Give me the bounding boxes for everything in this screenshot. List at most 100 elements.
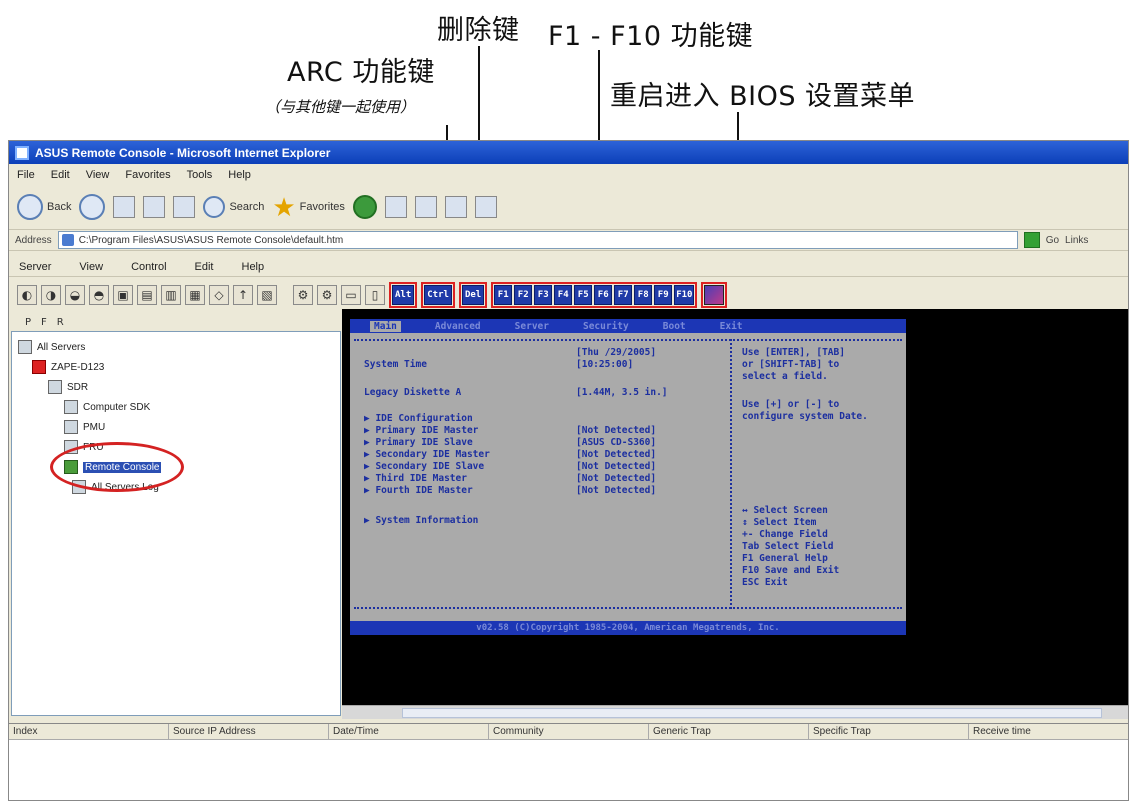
remote-console-screen[interactable]: Main Advanced Server Security Boot Exit …: [342, 309, 1128, 719]
home-button[interactable]: [173, 196, 196, 218]
menu-file[interactable]: File: [17, 169, 35, 181]
col-specific-trap[interactable]: Specific Trap: [809, 724, 969, 740]
bios-item-third-master[interactable]: ▶ Third IDE Master: [364, 473, 467, 484]
links-button[interactable]: Links: [1065, 235, 1088, 246]
tree-header-r[interactable]: R: [57, 317, 64, 328]
tool-icon-12[interactable]: ⚙: [293, 285, 313, 305]
f3-key-button[interactable]: F3: [534, 285, 553, 305]
menu-view[interactable]: View: [86, 169, 110, 181]
f7-key-button[interactable]: F7: [614, 285, 633, 305]
bios-item-secondary-master[interactable]: ▶ Secondary IDE Master: [364, 449, 490, 460]
col-source-ip[interactable]: Source IP Address: [169, 724, 329, 740]
f5-key-button[interactable]: F5: [574, 285, 593, 305]
console-horizontal-scrollbar[interactable]: [342, 705, 1128, 719]
messenger-button[interactable]: [474, 196, 497, 218]
bios-item-fourth-master[interactable]: ▶ Fourth IDE Master: [364, 485, 473, 496]
del-key-highlight: Del: [458, 282, 488, 308]
address-input[interactable]: C:\Program Files\ASUS\ASUS Remote Consol…: [57, 231, 1018, 249]
menu-tools[interactable]: Tools: [187, 169, 213, 181]
search-button[interactable]: Search: [203, 196, 264, 218]
pmu-icon: [64, 420, 78, 434]
refresh-button[interactable]: [143, 196, 166, 218]
tool-icon-10[interactable]: ↑: [233, 285, 253, 305]
remote-console-highlight-ellipse: [50, 442, 184, 492]
tool-icon-14[interactable]: ▭: [341, 285, 361, 305]
bios-item-primary-master[interactable]: ▶ Primary IDE Master: [364, 425, 478, 436]
mail-button[interactable]: [414, 196, 437, 218]
back-label: Back: [47, 201, 72, 213]
menu-server[interactable]: Server: [19, 261, 51, 273]
back-button[interactable]: Back: [17, 194, 71, 220]
bios-item-system-time[interactable]: System Time: [364, 359, 427, 370]
bios-item-legacy-diskette[interactable]: Legacy Diskette A: [364, 387, 461, 398]
col-receive-time[interactable]: Receive time: [969, 724, 1128, 740]
del-key-button[interactable]: Del: [461, 285, 485, 305]
restart-bios-icon[interactable]: [704, 285, 725, 305]
go-icon[interactable]: [1023, 232, 1040, 248]
tool-icon-2[interactable]: ◑: [41, 285, 61, 305]
bios-tab-boot[interactable]: Boot: [663, 321, 686, 332]
arc-note-callout: （与其他键一起使用）: [265, 98, 416, 116]
favorites-button[interactable]: ★ Favorites: [272, 194, 345, 220]
menu-app-view[interactable]: View: [79, 261, 103, 273]
menu-favorites[interactable]: Favorites: [125, 169, 170, 181]
menu-help[interactable]: Help: [228, 169, 251, 181]
tree-header-p[interactable]: P: [25, 317, 31, 328]
col-generic-trap[interactable]: Generic Trap: [649, 724, 809, 740]
bios-tab-advanced[interactable]: Advanced: [435, 321, 481, 332]
ctrl-key-button[interactable]: Ctrl: [424, 285, 452, 305]
col-datetime[interactable]: Date/Time: [329, 724, 489, 740]
stop-button[interactable]: [113, 196, 136, 218]
tree-node-server[interactable]: ZAPE-D123: [32, 360, 104, 374]
bios-menu-bar: Main Advanced Server Security Boot Exit: [350, 319, 906, 333]
bios-value-fourth-master: [Not Detected]: [576, 485, 657, 496]
tool-icon-11[interactable]: ▧: [257, 285, 277, 305]
bios-value-time: [10:25:00]: [576, 359, 634, 370]
bios-legend-change-field: +- Change Field: [742, 529, 828, 540]
tool-icon-6[interactable]: ▤: [137, 285, 157, 305]
tool-icon-9[interactable]: ◇: [209, 285, 229, 305]
tool-icon-4[interactable]: ◓: [89, 285, 109, 305]
menu-edit[interactable]: Edit: [51, 169, 70, 181]
bios-item-secondary-slave[interactable]: ▶ Secondary IDE Slave: [364, 461, 484, 472]
scrollbar-thumb[interactable]: [402, 708, 1102, 718]
warning-icon: [32, 360, 46, 374]
tree-node-computer-sdk[interactable]: Computer SDK: [64, 400, 150, 414]
tool-icon-3[interactable]: ◒: [65, 285, 85, 305]
tool-icon-5[interactable]: ▣: [113, 285, 133, 305]
bios-item-system-info[interactable]: ▶ System Information: [364, 515, 478, 526]
tree-header-f[interactable]: F: [41, 317, 47, 328]
tree-node-pmu[interactable]: PMU: [64, 420, 105, 434]
menu-app-help[interactable]: Help: [242, 261, 265, 273]
tool-icon-8[interactable]: ▦: [185, 285, 205, 305]
forward-button[interactable]: [79, 194, 106, 220]
f4-key-button[interactable]: F4: [554, 285, 573, 305]
f6-key-button[interactable]: F6: [594, 285, 613, 305]
f2-key-button[interactable]: F2: [514, 285, 533, 305]
bios-item-primary-slave[interactable]: ▶ Primary IDE Slave: [364, 437, 473, 448]
tool-icon-1[interactable]: ◐: [17, 285, 37, 305]
media-button[interactable]: [352, 195, 377, 219]
f10-key-button[interactable]: F10: [674, 285, 695, 305]
col-index[interactable]: Index: [9, 724, 169, 740]
print-button[interactable]: [444, 196, 467, 218]
tree-node-root[interactable]: All Servers: [18, 340, 85, 354]
bios-tab-main[interactable]: Main: [370, 320, 401, 332]
tool-icon-7[interactable]: ▥: [161, 285, 181, 305]
go-button[interactable]: Go: [1046, 235, 1059, 246]
menu-control[interactable]: Control: [131, 261, 166, 273]
history-button[interactable]: [384, 196, 407, 218]
bios-tab-server[interactable]: Server: [515, 321, 549, 332]
f9-key-button[interactable]: F9: [654, 285, 673, 305]
col-community[interactable]: Community: [489, 724, 649, 740]
bios-item-ide-config[interactable]: ▶ IDE Configuration: [364, 413, 473, 424]
tool-icon-13[interactable]: ⚙: [317, 285, 337, 305]
menu-app-edit[interactable]: Edit: [195, 261, 214, 273]
bios-tab-security[interactable]: Security: [583, 321, 629, 332]
f8-key-button[interactable]: F8: [634, 285, 653, 305]
tool-icon-15[interactable]: ▯: [365, 285, 385, 305]
bios-tab-exit[interactable]: Exit: [720, 321, 743, 332]
f1-key-button[interactable]: F1: [494, 285, 513, 305]
alt-key-button[interactable]: Alt: [392, 285, 415, 305]
tree-node-sdr[interactable]: SDR: [48, 380, 88, 394]
